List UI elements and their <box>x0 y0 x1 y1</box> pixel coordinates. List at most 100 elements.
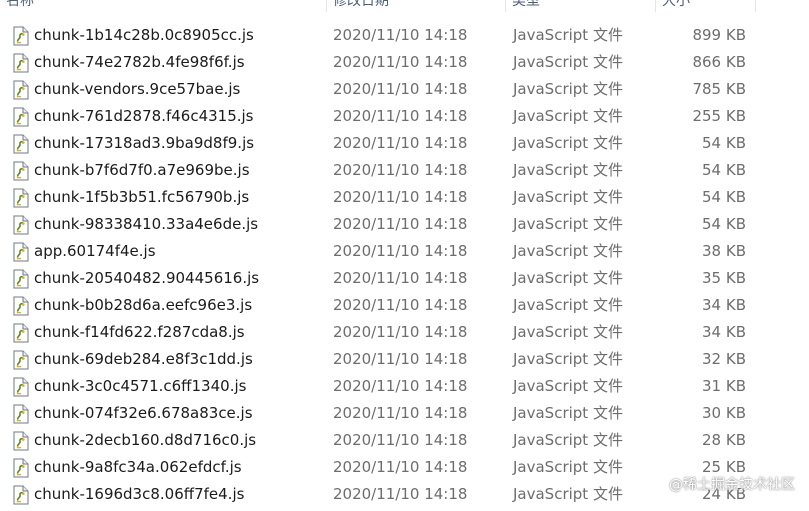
file-row[interactable]: chunk-b0b28d6a.eefc96e3.js 2020/11/10 14:… <box>0 292 809 319</box>
file-type: JavaScript 文件 <box>513 188 623 206</box>
file-size: 54 KB <box>702 188 746 206</box>
column-header-type[interactable]: 类型 <box>506 0 656 12</box>
file-type: JavaScript 文件 <box>513 161 623 179</box>
js-file-icon <box>11 134 30 154</box>
file-size: 866 KB <box>692 53 746 71</box>
js-file-icon <box>11 80 30 100</box>
js-file-icon <box>11 485 30 505</box>
file-size: 35 KB <box>702 269 746 287</box>
file-size: 38 KB <box>702 242 746 260</box>
js-file-icon <box>11 458 30 478</box>
file-size: 54 KB <box>702 134 746 152</box>
file-size: 30 KB <box>702 404 746 422</box>
file-date-modified: 2020/11/10 14:18 <box>333 323 468 341</box>
file-row[interactable]: chunk-3c0c4571.c6ff1340.js 2020/11/10 14:… <box>0 373 809 400</box>
file-type: JavaScript 文件 <box>513 323 623 341</box>
file-type: JavaScript 文件 <box>513 242 623 260</box>
file-row[interactable]: chunk-20540482.90445616.js 2020/11/10 14:… <box>0 265 809 292</box>
file-row[interactable]: chunk-1b14c28b.0c8905cc.js 2020/11/10 14:… <box>0 22 809 49</box>
file-date-modified: 2020/11/10 14:18 <box>333 269 468 287</box>
file-type: JavaScript 文件 <box>513 53 623 71</box>
file-name: chunk-20540482.90445616.js <box>34 269 260 287</box>
file-name: chunk-69deb284.e8f3c1dd.js <box>34 350 253 368</box>
file-type: JavaScript 文件 <box>513 26 623 44</box>
js-file-icon <box>11 269 30 289</box>
file-date-modified: 2020/11/10 14:18 <box>333 350 468 368</box>
file-list: chunk-1b14c28b.0c8905cc.js 2020/11/10 14:… <box>0 22 809 508</box>
file-name: chunk-9a8fc34a.062efdcf.js <box>34 458 242 476</box>
file-name: chunk-1b14c28b.0c8905cc.js <box>34 26 254 44</box>
file-date-modified: 2020/11/10 14:18 <box>333 161 468 179</box>
file-name: chunk-98338410.33a4e6de.js <box>34 215 259 233</box>
file-name: chunk-b7f6d7f0.a7e969be.js <box>34 161 250 179</box>
file-type: JavaScript 文件 <box>513 485 623 503</box>
file-name: chunk-3c0c4571.c6ff1340.js <box>34 377 247 395</box>
column-header-size[interactable]: 大小 <box>656 0 756 12</box>
file-type: JavaScript 文件 <box>513 269 623 287</box>
file-row[interactable]: chunk-2decb160.d8d716c0.js 2020/11/10 14:… <box>0 427 809 454</box>
file-row[interactable]: chunk-74e2782b.4fe98f6f.js 2020/11/10 14:… <box>0 49 809 76</box>
file-name: chunk-2decb160.d8d716c0.js <box>34 431 257 449</box>
file-type: JavaScript 文件 <box>513 350 623 368</box>
file-name: chunk-vendors.9ce57bae.js <box>34 80 241 98</box>
file-type: JavaScript 文件 <box>513 296 623 314</box>
file-type: JavaScript 文件 <box>513 107 623 125</box>
file-size: 785 KB <box>692 80 746 98</box>
file-size: 34 KB <box>702 323 746 341</box>
file-name: chunk-074f32e6.678a83ce.js <box>34 404 253 422</box>
file-size: 255 KB <box>692 107 746 125</box>
file-row[interactable]: chunk-98338410.33a4e6de.js 2020/11/10 14:… <box>0 211 809 238</box>
file-row[interactable]: chunk-1f5b3b51.fc56790b.js 2020/11/10 14:… <box>0 184 809 211</box>
file-row[interactable]: app.60174f4e.js 2020/11/10 14:18 JavaScrip… <box>0 238 809 265</box>
file-size: 34 KB <box>702 296 746 314</box>
watermark: @稀土掘金技术社区 <box>669 477 795 493</box>
file-type: JavaScript 文件 <box>513 134 623 152</box>
file-date-modified: 2020/11/10 14:18 <box>333 80 468 98</box>
file-size: 32 KB <box>702 350 746 368</box>
file-date-modified: 2020/11/10 14:18 <box>333 377 468 395</box>
file-size: 54 KB <box>702 161 746 179</box>
file-date-modified: 2020/11/10 14:18 <box>333 134 468 152</box>
js-file-icon <box>11 215 30 235</box>
file-row[interactable]: chunk-69deb284.e8f3c1dd.js 2020/11/10 14:… <box>0 346 809 373</box>
js-file-icon <box>11 350 30 370</box>
js-file-icon <box>11 188 30 208</box>
file-name: app.60174f4e.js <box>34 242 156 260</box>
file-size: 899 KB <box>692 26 746 44</box>
file-row[interactable]: chunk-761d2878.f46c4315.js 2020/11/10 14:… <box>0 103 809 130</box>
file-size: 54 KB <box>702 215 746 233</box>
column-header-name[interactable]: 名称 <box>0 0 327 12</box>
file-type: JavaScript 文件 <box>513 404 623 422</box>
file-name: chunk-1f5b3b51.fc56790b.js <box>34 188 250 206</box>
file-row[interactable]: chunk-b7f6d7f0.a7e969be.js 2020/11/10 14:… <box>0 157 809 184</box>
file-date-modified: 2020/11/10 14:18 <box>333 431 468 449</box>
column-header-date[interactable]: 修改日期 <box>327 0 506 12</box>
file-date-modified: 2020/11/10 14:18 <box>333 215 468 233</box>
file-row[interactable]: chunk-074f32e6.678a83ce.js 2020/11/10 14:… <box>0 400 809 427</box>
file-date-modified: 2020/11/10 14:18 <box>333 188 468 206</box>
file-type: JavaScript 文件 <box>513 377 623 395</box>
file-date-modified: 2020/11/10 14:18 <box>333 404 468 422</box>
column-header-bar: 名称 修改日期 类型 大小 <box>0 0 809 14</box>
file-type: JavaScript 文件 <box>513 215 623 233</box>
js-file-icon <box>11 377 30 397</box>
file-name: chunk-1696d3c8.06ff7fe4.js <box>34 485 245 503</box>
file-type: JavaScript 文件 <box>513 431 623 449</box>
file-date-modified: 2020/11/10 14:18 <box>333 107 468 125</box>
file-date-modified: 2020/11/10 14:18 <box>333 485 468 503</box>
file-date-modified: 2020/11/10 14:18 <box>333 53 468 71</box>
file-name: chunk-74e2782b.4fe98f6f.js <box>34 53 245 71</box>
file-row[interactable]: chunk-f14fd622.f287cda8.js 2020/11/10 14:… <box>0 319 809 346</box>
file-row[interactable]: chunk-17318ad3.9ba9d8f9.js 2020/11/10 14:… <box>0 130 809 157</box>
js-file-icon <box>11 323 30 343</box>
file-type: JavaScript 文件 <box>513 80 623 98</box>
file-name: chunk-b0b28d6a.eefc96e3.js <box>34 296 253 314</box>
js-file-icon <box>11 53 30 73</box>
file-name: chunk-761d2878.f46c4315.js <box>34 107 254 125</box>
file-name: chunk-17318ad3.9ba9d8f9.js <box>34 134 255 152</box>
js-file-icon <box>11 161 30 181</box>
file-row[interactable]: chunk-vendors.9ce57bae.js 2020/11/10 14:1… <box>0 76 809 103</box>
js-file-icon <box>11 242 30 262</box>
js-file-icon <box>11 26 30 46</box>
js-file-icon <box>11 404 30 424</box>
